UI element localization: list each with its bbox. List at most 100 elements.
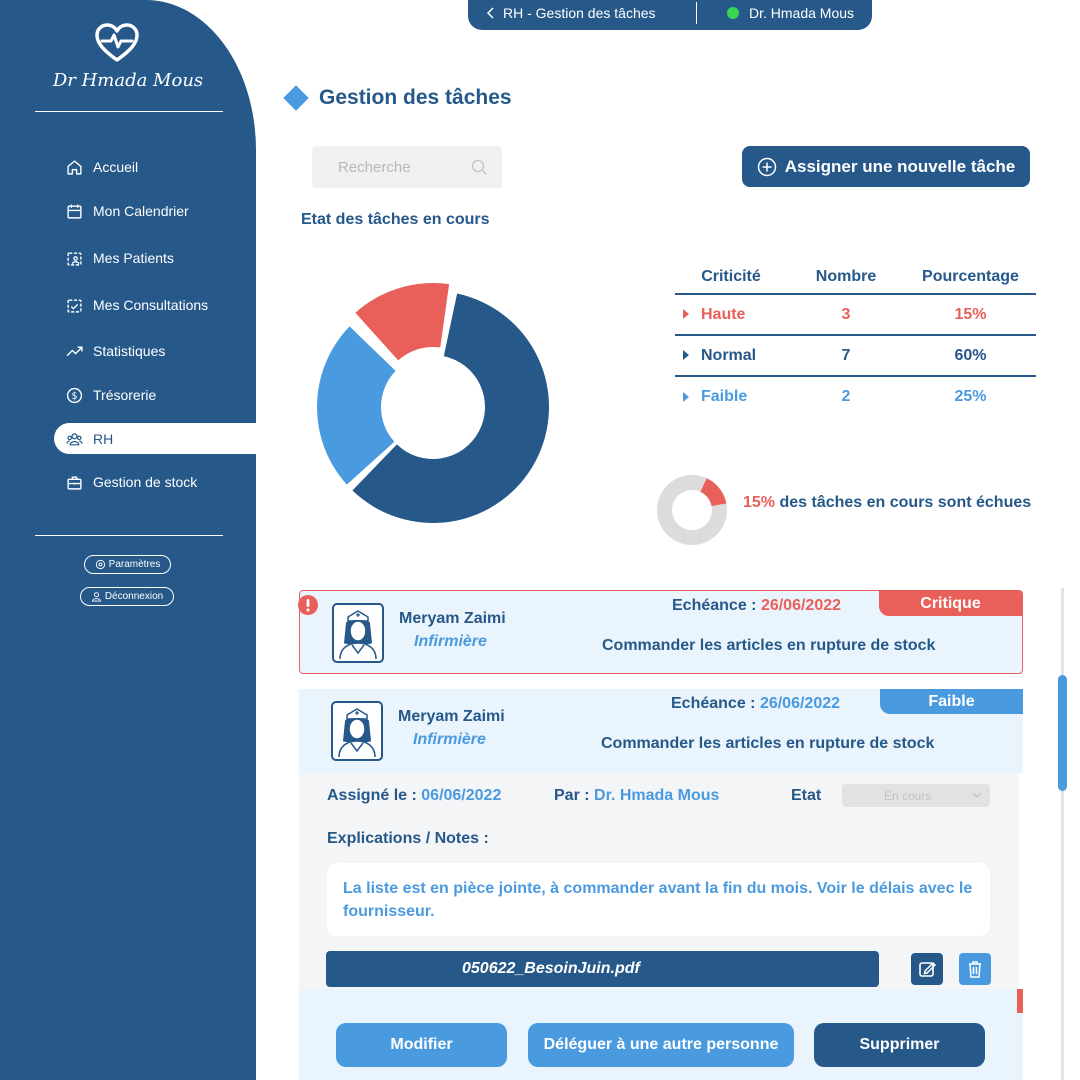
- task-card[interactable]: Meryam Zaimi Infirmière Echéance : 26/06…: [298, 590, 1023, 674]
- sidebar-item-label: Gestion de stock: [93, 474, 198, 490]
- task-status-donut-chart: [316, 283, 549, 523]
- sidebar-item-label: Statistiques: [93, 343, 166, 359]
- percent-cell: 15%: [905, 294, 1036, 336]
- deadline: Echéance : 26/06/2022: [671, 695, 840, 713]
- deadline-date: 26/06/2022: [760, 597, 842, 614]
- delete-attachment-button[interactable]: [959, 953, 991, 985]
- settings-button[interactable]: Paramètres: [84, 555, 171, 574]
- sidebar: Dr Hmada Mous Accueil Mon Calendrier Mes…: [0, 0, 256, 1080]
- sidebar-item-label: Trésorerie: [93, 387, 157, 403]
- overdue-text: des tâches en cours sont échues: [779, 494, 1032, 511]
- svg-text:$: $: [71, 391, 77, 402]
- task-card[interactable]: Meryam Zaimi Infirmière Echéance : 26/06…: [299, 689, 1023, 773]
- status-badge: Critique: [879, 591, 1022, 616]
- assignee-name: Meryam Zaimi: [398, 708, 505, 725]
- user-name: Dr. Hmada Mous: [749, 5, 855, 21]
- sidebar-item-consultations[interactable]: Mes Consultations: [66, 294, 208, 316]
- alert-icon: [298, 595, 318, 615]
- state-select[interactable]: En cours: [842, 784, 990, 807]
- sidebar-item-accueil[interactable]: Accueil: [66, 156, 138, 178]
- sidebar-item-label: Accueil: [93, 159, 139, 175]
- deadline-label: Echéance :: [672, 597, 757, 614]
- assignee-role: Infirmière: [414, 633, 487, 650]
- page-header: Gestion des tâches: [283, 85, 512, 111]
- patients-icon: [67, 251, 82, 266]
- search-icon: [471, 159, 487, 175]
- sidebar-item-calendrier[interactable]: Mon Calendrier: [66, 200, 189, 222]
- deadline: Echéance : 26/06/2022: [672, 597, 841, 615]
- section-title: Etat des tâches en cours: [301, 211, 490, 228]
- criticality-label: Normal: [675, 335, 787, 377]
- status-badge: Faible: [880, 689, 1023, 714]
- settings-label: Paramètres: [108, 559, 161, 570]
- scrollbar-track[interactable]: [1061, 588, 1064, 1080]
- count-cell: 2: [841, 388, 851, 405]
- page-title: Gestion des tâches: [319, 86, 512, 109]
- sidebar-item-label: RH: [93, 431, 114, 447]
- sidebar-item-tresorerie[interactable]: $ Trésorerie: [66, 384, 156, 406]
- heart-pulse-icon: [95, 23, 139, 62]
- breadcrumb-label: RH - Gestion des tâches: [503, 5, 656, 21]
- user-icon: [91, 592, 101, 602]
- home-icon: [67, 159, 82, 175]
- scrollbar-thumb[interactable]: [1058, 675, 1067, 791]
- table-row[interactable]: Faible 2 25%: [675, 376, 1036, 417]
- sidebar-item-label: Mes Patients: [93, 250, 174, 266]
- table-header: Pourcentage: [905, 260, 1036, 295]
- delegate-button[interactable]: Déléguer à une autre personne: [528, 1023, 794, 1067]
- assign-task-button[interactable]: Assigner une nouvelle tâche: [742, 146, 1030, 187]
- brand-name: Dr Hmada Mous: [52, 70, 204, 91]
- criticality-label: Haute: [675, 294, 787, 336]
- assigned-by: Par : Dr. Hmada Mous: [554, 787, 719, 805]
- current-user[interactable]: Dr. Hmada Mous: [697, 5, 854, 21]
- team-icon: [66, 432, 83, 445]
- overdue-summary: 15% des tâches en cours sont échues: [743, 494, 1031, 512]
- caret-right-icon: [683, 350, 689, 361]
- table-row[interactable]: Normal 7 60%: [675, 335, 1036, 377]
- chevron-down-icon: [972, 792, 982, 798]
- sidebar-item-label: Mes Consultations: [93, 297, 209, 313]
- breadcrumb[interactable]: RH - Gestion des tâches: [468, 5, 696, 21]
- gear-icon: [95, 559, 105, 570]
- status-badge: [1017, 989, 1023, 1013]
- logout-button[interactable]: Déconnexion: [80, 587, 174, 606]
- count-cell: 7: [787, 335, 905, 377]
- percent-cell: 25%: [954, 388, 987, 405]
- divider: [35, 111, 223, 112]
- assigned-label: Assigné le :: [327, 787, 417, 804]
- plus-circle-icon: [757, 157, 776, 176]
- task-description: Commander les articles en rupture de sto…: [602, 637, 936, 654]
- dollar-icon: $: [66, 387, 83, 403]
- sidebar-item-label: Mon Calendrier: [93, 203, 189, 219]
- assignee-role: Infirmière: [413, 731, 486, 748]
- trend-icon: [66, 346, 83, 356]
- notes-text: La liste est en pièce jointe, à commande…: [327, 863, 990, 936]
- sidebar-item-rh[interactable]: RH: [66, 428, 113, 450]
- diamond-icon: [283, 85, 309, 111]
- state-label: Etat: [791, 787, 822, 804]
- criticality-label-text: Faible: [701, 388, 748, 405]
- criticality-label: Faible: [675, 376, 787, 417]
- consultation-icon: [67, 298, 82, 313]
- count-cell: 3: [787, 294, 905, 336]
- nurse-avatar-icon: [332, 603, 384, 663]
- table-row[interactable]: Haute 3 15%: [675, 294, 1036, 336]
- deadline-date: 26/06/2022: [759, 695, 841, 712]
- modify-button[interactable]: Modifier: [336, 1023, 507, 1067]
- logout-label: Déconnexion: [104, 591, 164, 602]
- sidebar-item-patients[interactable]: Mes Patients: [66, 247, 174, 269]
- task-description: Commander les articles en rupture de sto…: [601, 735, 935, 752]
- chevron-left-icon: [486, 7, 494, 19]
- deadline-label: Echéance :: [671, 695, 756, 712]
- search-input[interactable]: Recherche: [312, 146, 502, 188]
- sidebar-item-stock[interactable]: Gestion de stock: [66, 471, 197, 493]
- table-header: Criticité: [675, 260, 787, 295]
- online-status-icon: [727, 7, 739, 19]
- top-breadcrumb-bar: RH - Gestion des tâches Dr. Hmada Mous: [468, 0, 872, 30]
- attachment-file[interactable]: 050622_BesoinJuin.pdf: [326, 951, 879, 987]
- nurse-avatar-icon: [331, 701, 383, 761]
- delete-button[interactable]: Supprimer: [814, 1023, 985, 1067]
- sidebar-item-statistiques[interactable]: Statistiques: [66, 340, 165, 362]
- edit-attachment-button[interactable]: [911, 953, 943, 985]
- table-header: Nombre: [787, 260, 905, 295]
